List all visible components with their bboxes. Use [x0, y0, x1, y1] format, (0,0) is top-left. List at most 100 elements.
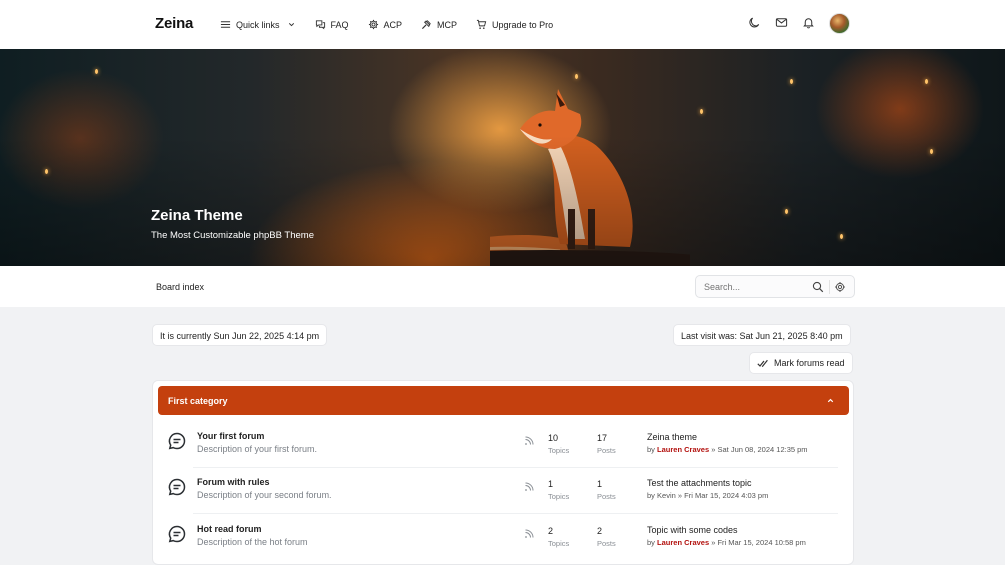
search-icon — [812, 281, 824, 293]
bell-icon — [803, 18, 814, 29]
spark-decoration — [700, 109, 703, 114]
hero-title: Zeina Theme — [151, 207, 243, 224]
last-post-user[interactable]: Lauren Craves — [657, 445, 709, 454]
category-header[interactable]: First category — [158, 386, 849, 415]
posts-count: 1 — [597, 479, 603, 489]
double-check-icon — [757, 359, 768, 367]
chevron-up-icon — [827, 398, 834, 403]
last-post-date: » Fri Mar 15, 2024 4:03 pm — [677, 491, 769, 500]
topics-label: Topics — [548, 492, 570, 501]
forum-title[interactable]: Your first forum — [197, 431, 264, 441]
gavel-icon — [422, 20, 431, 30]
forum-chat-icon — [168, 525, 186, 543]
nav-acp-label: ACP — [383, 19, 403, 30]
cart-icon — [476, 19, 487, 29]
last-post-title[interactable]: Zeina theme — [647, 432, 697, 442]
topics-count: 2 — [548, 526, 554, 536]
posts-count: 2 — [597, 526, 603, 536]
breadcrumb-bar: Board index — [0, 266, 1005, 307]
search-input[interactable] — [704, 281, 814, 292]
last-post-meta: by Kevin » Fri Mar 15, 2024 4:03 pm — [647, 491, 768, 500]
notifications-button[interactable] — [802, 16, 815, 31]
forum-title[interactable]: Hot read forum — [197, 524, 262, 534]
last-post-user[interactable]: Lauren Craves — [657, 538, 709, 547]
user-actions — [748, 13, 850, 34]
search-divider — [829, 280, 830, 294]
topics-label: Topics — [548, 539, 570, 548]
spark-decoration — [925, 79, 928, 84]
last-post-meta: by Lauren Craves » Sat Jun 08, 2024 12:3… — [647, 445, 808, 454]
theme-toggle-button[interactable] — [748, 16, 761, 31]
breadcrumb-board-index[interactable]: Board index — [156, 282, 204, 292]
nav-mcp-label: MCP — [437, 19, 458, 30]
last-post-title[interactable]: Test the attachments topic — [647, 478, 752, 488]
last-post-date: » Fri Mar 15, 2024 10:58 pm — [711, 538, 806, 547]
hero-subtitle: The Most Customizable phpBB Theme — [151, 230, 314, 241]
forum-row[interactable]: Your first forum Description of your fir… — [158, 421, 840, 467]
forum-row[interactable]: Forum with rules Description of your sec… — [158, 467, 840, 513]
category-panel: First category Your first forum Descript… — [152, 380, 854, 565]
nav-faq-label: FAQ — [330, 19, 349, 30]
last-post-date: » Sat Jun 08, 2024 12:35 pm — [711, 445, 808, 454]
mark-forums-read-label: Mark forums read — [774, 358, 845, 368]
nav-upgrade-pro[interactable]: Upgrade to Pro — [476, 19, 553, 30]
chat-bubbles-icon — [315, 20, 325, 30]
rss-icon[interactable] — [524, 436, 534, 446]
posts-count: 17 — [597, 433, 608, 443]
spark-decoration — [95, 69, 98, 74]
posts-label: Posts — [597, 446, 616, 455]
posts-label: Posts — [597, 492, 616, 501]
topics-label: Topics — [548, 446, 570, 455]
main-nav: Quick links FAQ ACP MCP Upgrade to Pro — [220, 0, 572, 49]
spark-decoration — [930, 149, 933, 154]
last-post-user[interactable]: Kevin — [657, 491, 676, 500]
spark-decoration — [785, 209, 788, 214]
forum-chat-icon — [168, 478, 186, 496]
by-label: by — [647, 445, 655, 454]
nav-quick-links-label: Quick links — [236, 19, 280, 30]
search-box — [695, 275, 855, 298]
forum-chat-icon — [168, 432, 186, 450]
last-post-title[interactable]: Topic with some codes — [647, 525, 738, 535]
search-button[interactable] — [812, 281, 824, 295]
hero-banner: Zeina Theme The Most Customizable phpBB … — [0, 49, 1005, 266]
avatar[interactable] — [829, 13, 850, 34]
forum-title[interactable]: Forum with rules — [197, 477, 270, 487]
current-time-chip: It is currently Sun Jun 22, 2025 4:14 pm — [152, 324, 328, 346]
category-title: First category — [168, 395, 228, 406]
moon-icon — [749, 17, 760, 28]
spark-decoration — [575, 74, 578, 79]
nav-acp[interactable]: ACP — [368, 19, 403, 30]
nav-quick-links[interactable]: Quick links — [220, 19, 296, 30]
last-visit-chip: Last visit was: Sat Jun 21, 2025 8:40 pm — [673, 324, 851, 346]
posts-label: Posts — [597, 539, 616, 548]
advanced-search-button[interactable] — [834, 281, 846, 295]
rss-icon[interactable] — [524, 482, 534, 492]
forum-description: Description of the hot forum — [197, 537, 308, 547]
hamburger-icon — [220, 21, 231, 28]
spark-decoration — [790, 79, 793, 84]
mail-icon — [775, 18, 788, 27]
nav-upgrade-pro-label: Upgrade to Pro — [492, 19, 554, 30]
last-post-meta: by Lauren Craves » Fri Mar 15, 2024 10:5… — [647, 538, 806, 547]
collapse-toggle[interactable] — [826, 396, 835, 407]
rss-icon[interactable] — [524, 529, 534, 539]
forum-description: Description of your second forum. — [197, 490, 332, 500]
by-label: by — [647, 538, 655, 547]
messages-button[interactable] — [775, 16, 788, 31]
forum-description: Description of your first forum. — [197, 444, 318, 454]
site-logo[interactable]: Zeina — [155, 15, 193, 32]
mark-forums-read-button[interactable]: Mark forums read — [749, 352, 853, 374]
nav-faq[interactable]: FAQ — [315, 19, 349, 30]
gear-icon — [368, 19, 378, 30]
spark-decoration — [45, 169, 48, 174]
topics-count: 1 — [548, 479, 554, 489]
gear-icon — [835, 282, 845, 292]
spark-decoration — [840, 234, 843, 239]
nav-mcp[interactable]: MCP — [421, 19, 457, 30]
forum-row[interactable]: Hot read forum Description of the hot fo… — [158, 514, 840, 560]
by-label: by — [647, 491, 655, 500]
topics-count: 10 — [548, 433, 559, 443]
top-navbar: Zeina Quick links FAQ ACP MCP Upgrade to… — [0, 0, 1005, 49]
chevron-down-icon — [288, 23, 294, 27]
